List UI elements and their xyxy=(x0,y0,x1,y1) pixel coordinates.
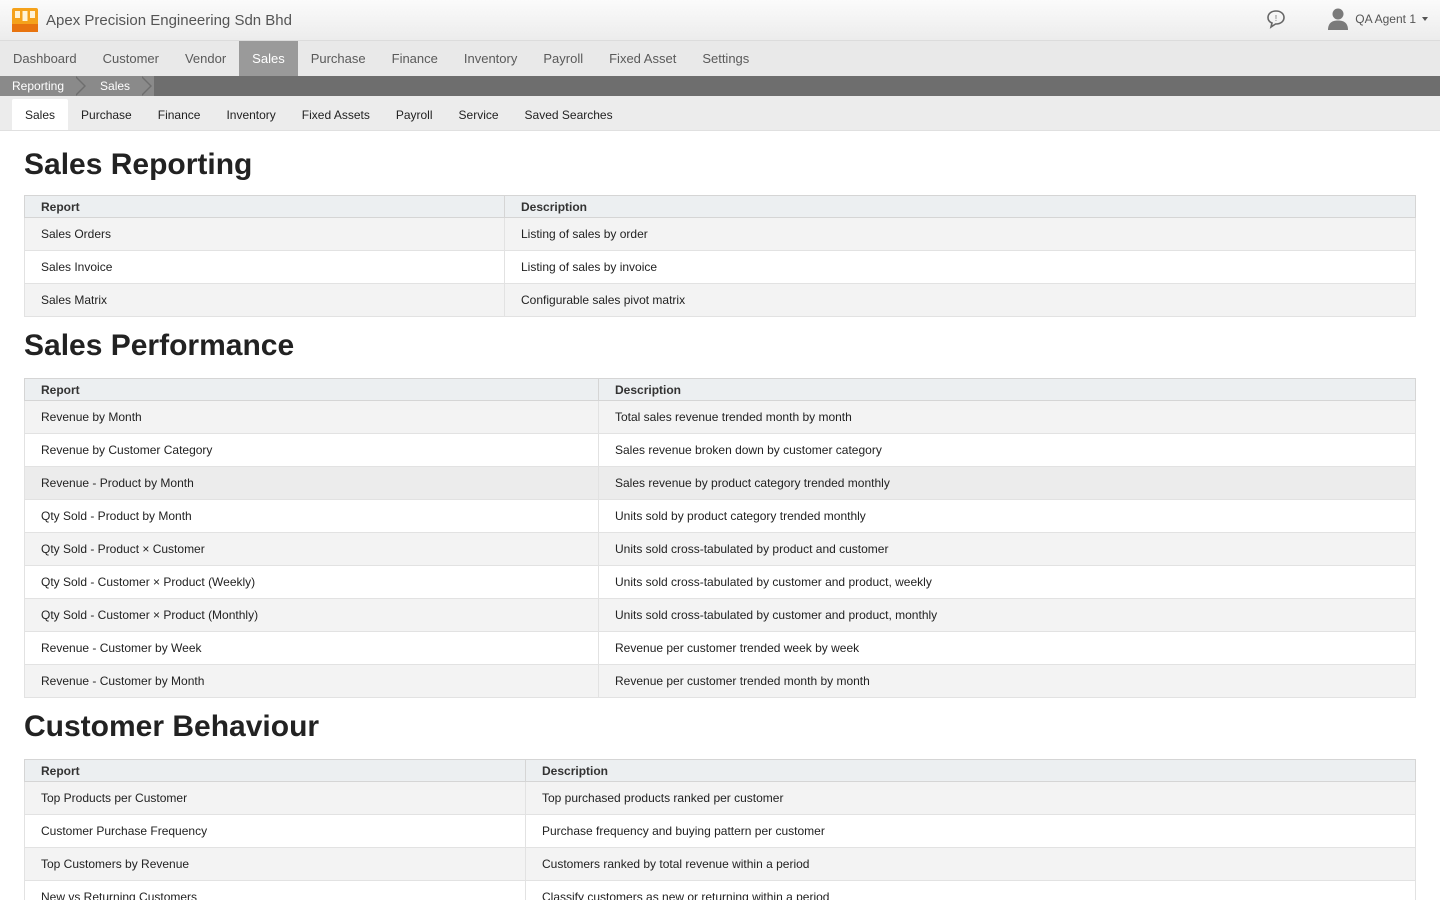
report-link[interactable]: Qty Sold - Customer × Product (Monthly) xyxy=(24,598,599,632)
tab-inventory[interactable]: Inventory xyxy=(213,99,288,130)
column-header-description: Description xyxy=(525,759,1416,782)
nav-payroll[interactable]: Payroll xyxy=(530,41,596,76)
report-link[interactable]: Sales Orders xyxy=(24,217,505,251)
table-row[interactable]: Sales Invoice Listing of sales by invoic… xyxy=(24,250,1416,284)
report-description: Listing of sales by invoice xyxy=(504,250,1416,284)
brand[interactable]: Apex Precision Engineering Sdn Bhd xyxy=(12,8,292,32)
table-row[interactable]: Revenue by Month Total sales revenue tre… xyxy=(24,400,1416,434)
main-content: Sales Reporting Report Description Sales… xyxy=(0,131,1440,900)
customer-behaviour-table: Report Description Top Products per Cust… xyxy=(24,759,1416,900)
report-description: Units sold cross-tabulated by customer a… xyxy=(598,565,1416,599)
report-description: Units sold cross-tabulated by customer a… xyxy=(598,598,1416,632)
table-row[interactable]: Revenue - Product by Month Sales revenue… xyxy=(24,466,1416,500)
company-name: Apex Precision Engineering Sdn Bhd xyxy=(46,11,292,29)
report-description: Total sales revenue trended month by mon… xyxy=(598,400,1416,434)
report-description: Revenue per customer trended month by mo… xyxy=(598,664,1416,698)
report-link[interactable]: New vs Returning Customers xyxy=(24,880,526,900)
tab-service[interactable]: Service xyxy=(446,99,512,130)
report-sub-nav: Sales Purchase Finance Inventory Fixed A… xyxy=(0,96,1440,131)
breadcrumb-separator xyxy=(75,76,88,96)
table-row[interactable]: Qty Sold - Product by Month Units sold b… xyxy=(24,499,1416,533)
table-row[interactable]: Sales Orders Listing of sales by order xyxy=(24,217,1416,251)
report-description: Purchase frequency and buying pattern pe… xyxy=(525,814,1416,848)
report-link[interactable]: Sales Matrix xyxy=(24,283,505,317)
breadcrumb-reporting[interactable]: Reporting xyxy=(0,76,76,96)
report-link[interactable]: Top Products per Customer xyxy=(24,781,526,815)
breadcrumb-sales[interactable]: Sales xyxy=(88,76,142,96)
table-row[interactable]: Qty Sold - Product × Customer Units sold… xyxy=(24,532,1416,566)
report-description: Revenue per customer trended week by wee… xyxy=(598,631,1416,665)
report-link[interactable]: Revenue - Customer by Week xyxy=(24,631,599,665)
breadcrumb-fill xyxy=(154,76,1440,96)
sales-reporting-table: Report Description Sales Orders Listing … xyxy=(24,195,1416,317)
nav-finance[interactable]: Finance xyxy=(379,41,451,76)
nav-inventory[interactable]: Inventory xyxy=(451,41,530,76)
table-row[interactable]: Sales Matrix Configurable sales pivot ma… xyxy=(24,283,1416,317)
tab-finance[interactable]: Finance xyxy=(145,99,214,130)
report-description: Top purchased products ranked per custom… xyxy=(525,781,1416,815)
table-row[interactable]: Revenue - Customer by Month Revenue per … xyxy=(24,664,1416,698)
table-row[interactable]: Revenue - Customer by Week Revenue per c… xyxy=(24,631,1416,665)
column-header-report: Report xyxy=(24,195,505,218)
sales-performance-table: Report Description Revenue by Month Tota… xyxy=(24,378,1416,698)
table-row[interactable]: Revenue by Customer Category Sales reven… xyxy=(24,433,1416,467)
table-row[interactable]: Customer Purchase Frequency Purchase fre… xyxy=(24,814,1416,848)
report-description: Units sold by product category trended m… xyxy=(598,499,1416,533)
nav-vendor[interactable]: Vendor xyxy=(172,41,239,76)
section-title-sales-reporting: Sales Reporting xyxy=(24,148,253,181)
section-title-sales-performance: Sales Performance xyxy=(24,329,295,362)
nav-customer[interactable]: Customer xyxy=(90,41,172,76)
report-link[interactable]: Revenue by Customer Category xyxy=(24,433,599,467)
column-header-description: Description xyxy=(598,378,1416,401)
user-avatar-icon[interactable] xyxy=(1327,7,1349,31)
report-link[interactable]: Revenue - Customer by Month xyxy=(24,664,599,698)
report-link[interactable]: Sales Invoice xyxy=(24,250,505,284)
report-description: Configurable sales pivot matrix xyxy=(504,283,1416,317)
table-row[interactable]: Top Customers by Revenue Customers ranke… xyxy=(24,847,1416,881)
column-header-report: Report xyxy=(24,759,526,782)
column-header-report: Report xyxy=(24,378,599,401)
report-description: Customers ranked by total revenue within… xyxy=(525,847,1416,881)
report-description: Sales revenue broken down by customer ca… xyxy=(598,433,1416,467)
column-header-description: Description xyxy=(504,195,1416,218)
user-menu[interactable]: QA Agent 1 xyxy=(1355,12,1416,26)
report-description: Listing of sales by order xyxy=(504,217,1416,251)
section-title-customer-behaviour: Customer Behaviour xyxy=(24,710,320,743)
table-row[interactable]: New vs Returning Customers Classify cust… xyxy=(24,880,1416,900)
breadcrumb: Reporting Sales xyxy=(0,76,1440,96)
report-link[interactable]: Qty Sold - Product by Month xyxy=(24,499,599,533)
report-description: Units sold cross-tabulated by product an… xyxy=(598,532,1416,566)
report-link[interactable]: Top Customers by Revenue xyxy=(24,847,526,881)
table-row[interactable]: Qty Sold - Customer × Product (Weekly) U… xyxy=(24,565,1416,599)
report-description: Classify customers as new or returning w… xyxy=(525,880,1416,900)
top-bar: Apex Precision Engineering Sdn Bhd ! QA … xyxy=(0,0,1440,40)
report-link[interactable]: Revenue by Month xyxy=(24,400,599,434)
report-link[interactable]: Revenue - Product by Month xyxy=(24,466,599,500)
tab-fixed-assets[interactable]: Fixed Assets xyxy=(289,99,383,130)
breadcrumb-separator xyxy=(141,76,154,96)
nav-purchase[interactable]: Purchase xyxy=(298,41,379,76)
svg-text:!: ! xyxy=(1275,14,1277,23)
report-description: Sales revenue by product category trende… xyxy=(598,466,1416,500)
report-link[interactable]: Qty Sold - Product × Customer xyxy=(24,532,599,566)
main-nav: Dashboard Customer Vendor Sales Purchase… xyxy=(0,40,1440,76)
report-link[interactable]: Customer Purchase Frequency xyxy=(24,814,526,848)
nav-sales[interactable]: Sales xyxy=(239,41,298,76)
nav-fixed-asset[interactable]: Fixed Asset xyxy=(596,41,689,76)
table-row[interactable]: Top Products per Customer Top purchased … xyxy=(24,781,1416,815)
company-logo-icon xyxy=(12,8,38,32)
nav-settings[interactable]: Settings xyxy=(689,41,762,76)
tab-sales[interactable]: Sales xyxy=(12,99,69,130)
tab-saved-searches[interactable]: Saved Searches xyxy=(512,99,626,130)
tab-purchase[interactable]: Purchase xyxy=(68,99,145,130)
chat-icon[interactable]: ! xyxy=(1265,8,1287,30)
tab-payroll[interactable]: Payroll xyxy=(383,99,446,130)
report-link[interactable]: Qty Sold - Customer × Product (Weekly) xyxy=(24,565,599,599)
table-row[interactable]: Qty Sold - Customer × Product (Monthly) … xyxy=(24,598,1416,632)
chevron-down-icon[interactable] xyxy=(1422,17,1428,21)
nav-dashboard[interactable]: Dashboard xyxy=(0,41,90,76)
